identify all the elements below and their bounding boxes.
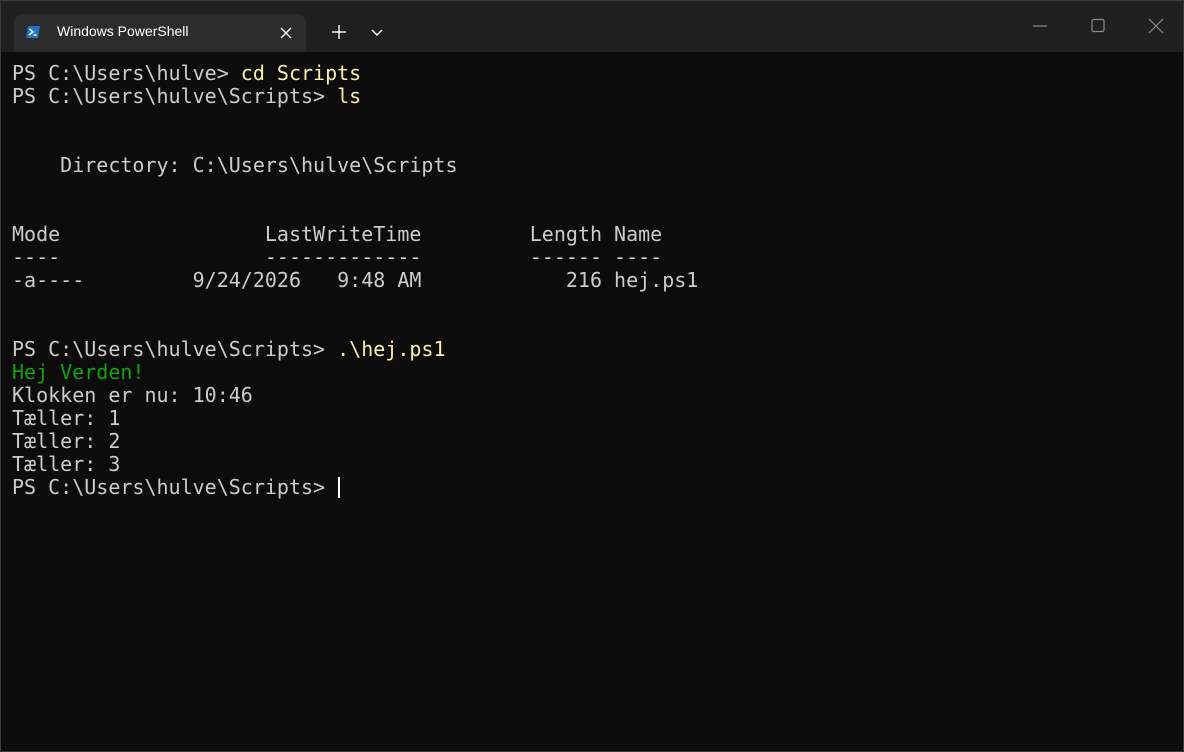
- output-line: Tæller: 2: [12, 429, 121, 453]
- terminal-line: PS C:\Users\hulve> cd Scripts: [12, 62, 1183, 85]
- close-tab-icon[interactable]: [276, 23, 296, 43]
- terminal-output[interactable]: PS C:\Users\hulve> cd Scripts PS C:\User…: [12, 62, 1183, 751]
- text-cursor: [338, 477, 341, 498]
- command-text: .\hej.ps1: [337, 337, 446, 361]
- title-bar[interactable]: Windows PowerShell: [1, 1, 1183, 52]
- close-window-icon[interactable]: [1127, 1, 1183, 51]
- tab-title: Windows PowerShell: [57, 23, 189, 39]
- new-tab-icon[interactable]: [323, 17, 355, 47]
- directory-heading: Directory: C:\Users\hulve\Scripts: [12, 153, 458, 177]
- prompt: PS C:\Users\hulve\Scripts>: [12, 475, 338, 499]
- greeting-output: Hej Verden!: [12, 360, 145, 384]
- powershell-icon: [25, 24, 41, 40]
- terminal-line: PS C:\Users\hulve\Scripts> .\hej.ps1: [12, 338, 1183, 361]
- output-line: Tæller: 3: [12, 452, 121, 476]
- table-row: -a---- 9/24/2026 9:48 AM 216 hej.ps1: [12, 268, 699, 292]
- command-text: ls: [337, 84, 362, 108]
- chevron-down-icon[interactable]: [363, 17, 391, 47]
- prompt: PS C:\Users\hulve\Scripts>: [12, 337, 338, 361]
- table-header: Mode LastWriteTime Length Name: [12, 222, 663, 246]
- table-header-underline: ---- ------------- ------ ----: [12, 245, 663, 269]
- terminal-window: Windows PowerShell PS C:\Users\hulve> cd…: [0, 0, 1184, 752]
- prompt: PS C:\Users\hulve\Scripts>: [12, 84, 338, 108]
- terminal-line: PS C:\Users\hulve\Scripts>: [12, 476, 1183, 499]
- minimize-icon[interactable]: [1011, 1, 1069, 51]
- prompt: PS C:\Users\hulve>: [12, 61, 241, 85]
- command-text: cd Scripts: [240, 61, 362, 85]
- terminal-line: PS C:\Users\hulve\Scripts> ls: [12, 85, 1183, 108]
- maximize-icon[interactable]: [1069, 1, 1127, 51]
- output-line: Klokken er nu: 10:46: [12, 383, 253, 407]
- tab-windows-powershell[interactable]: Windows PowerShell: [14, 14, 306, 52]
- output-line: Tæller: 1: [12, 406, 121, 430]
